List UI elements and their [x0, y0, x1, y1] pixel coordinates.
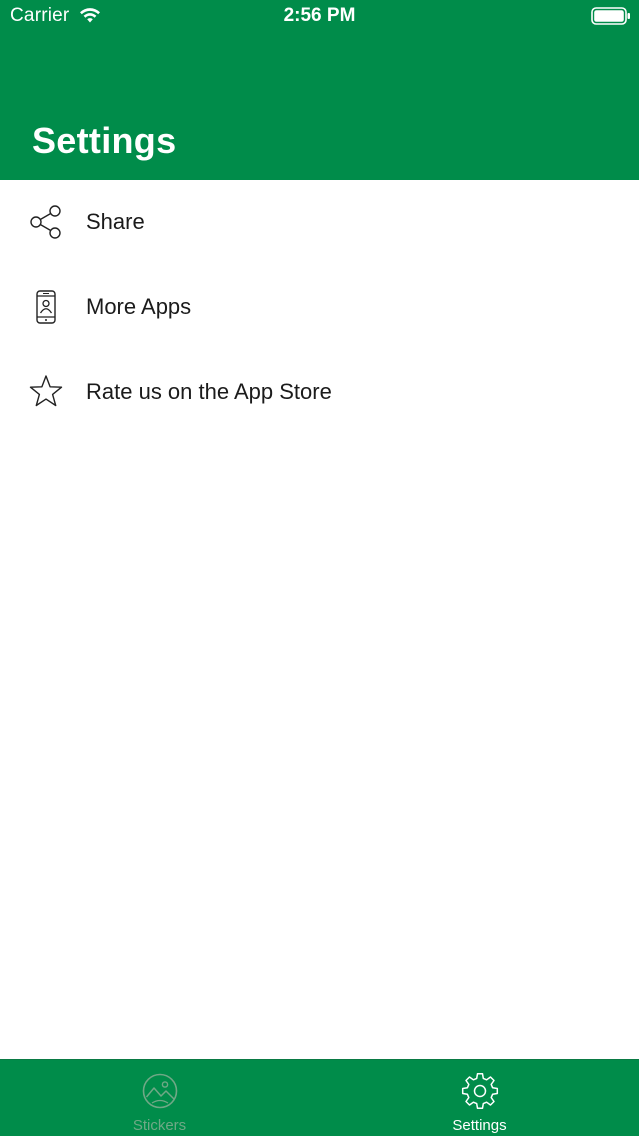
gear-icon — [461, 1072, 498, 1110]
navigation-header: Carrier 2:56 PM Settings — [0, 0, 639, 180]
share-label: Share — [86, 209, 145, 234]
page-title: Settings — [32, 120, 177, 161]
more-apps-label: More Apps — [86, 294, 192, 319]
status-bar: Carrier 2:56 PM — [0, 0, 639, 36]
battery-icon — [591, 7, 630, 25]
tab-stickers-label: Stickers — [132, 1117, 187, 1134]
image-icon — [142, 1073, 177, 1109]
settings-list: Share More Apps Rate us on the App Store — [0, 180, 639, 435]
settings-screen: Carrier 2:56 PM Settings Share More Apps… — [0, 0, 639, 1136]
tab-settings[interactable]: Settings — [320, 1060, 639, 1136]
share-row[interactable]: Share — [0, 180, 639, 265]
tab-stickers[interactable]: Stickers — [0, 1060, 319, 1136]
tab-settings-label: Settings — [452, 1117, 507, 1134]
rate-app-label: Rate us on the App Store — [86, 379, 332, 404]
tab-bar: Stickers Settings — [0, 1059, 639, 1136]
phone-contact-icon — [36, 290, 56, 324]
star-icon — [29, 375, 63, 407]
more-apps-row[interactable]: More Apps — [0, 265, 639, 350]
rate-app-row[interactable]: Rate us on the App Store — [0, 350, 639, 435]
share-icon — [30, 205, 61, 239]
status-time: 2:56 PM — [283, 5, 356, 26]
